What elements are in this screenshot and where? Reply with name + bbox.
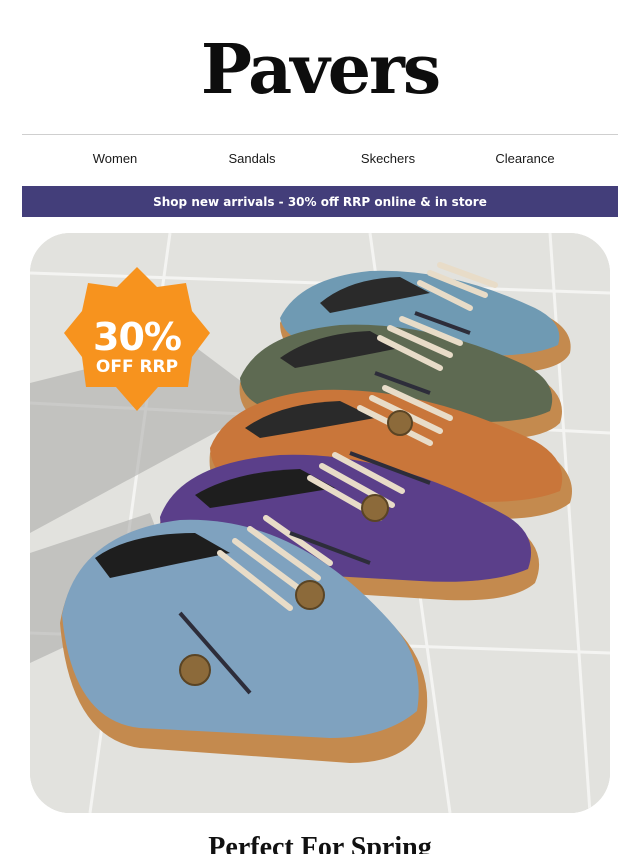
section-title: Perfect For Spring: [208, 832, 432, 854]
discount-badge: 30% OFF RRP: [62, 265, 212, 413]
badge-percent: 30%: [93, 315, 182, 359]
nav-item-skechers[interactable]: Skechers: [361, 151, 415, 166]
nav-item-sandals[interactable]: Sandals: [229, 151, 276, 166]
nav-item-clearance[interactable]: Clearance: [495, 151, 554, 166]
nav-item-women[interactable]: Women: [93, 151, 138, 166]
brand-logo[interactable]: Pavers: [201, 30, 441, 110]
badge-label: OFF RRP: [95, 357, 179, 377]
header: Pavers: [0, 36, 640, 104]
promo-banner-text: Shop new arrivals - 30% off RRP online &…: [153, 194, 487, 209]
promo-banner[interactable]: Shop new arrivals - 30% off RRP online &…: [22, 186, 618, 217]
header-divider: [22, 134, 618, 135]
main-nav: Women Sandals Skechers Clearance: [22, 151, 618, 171]
